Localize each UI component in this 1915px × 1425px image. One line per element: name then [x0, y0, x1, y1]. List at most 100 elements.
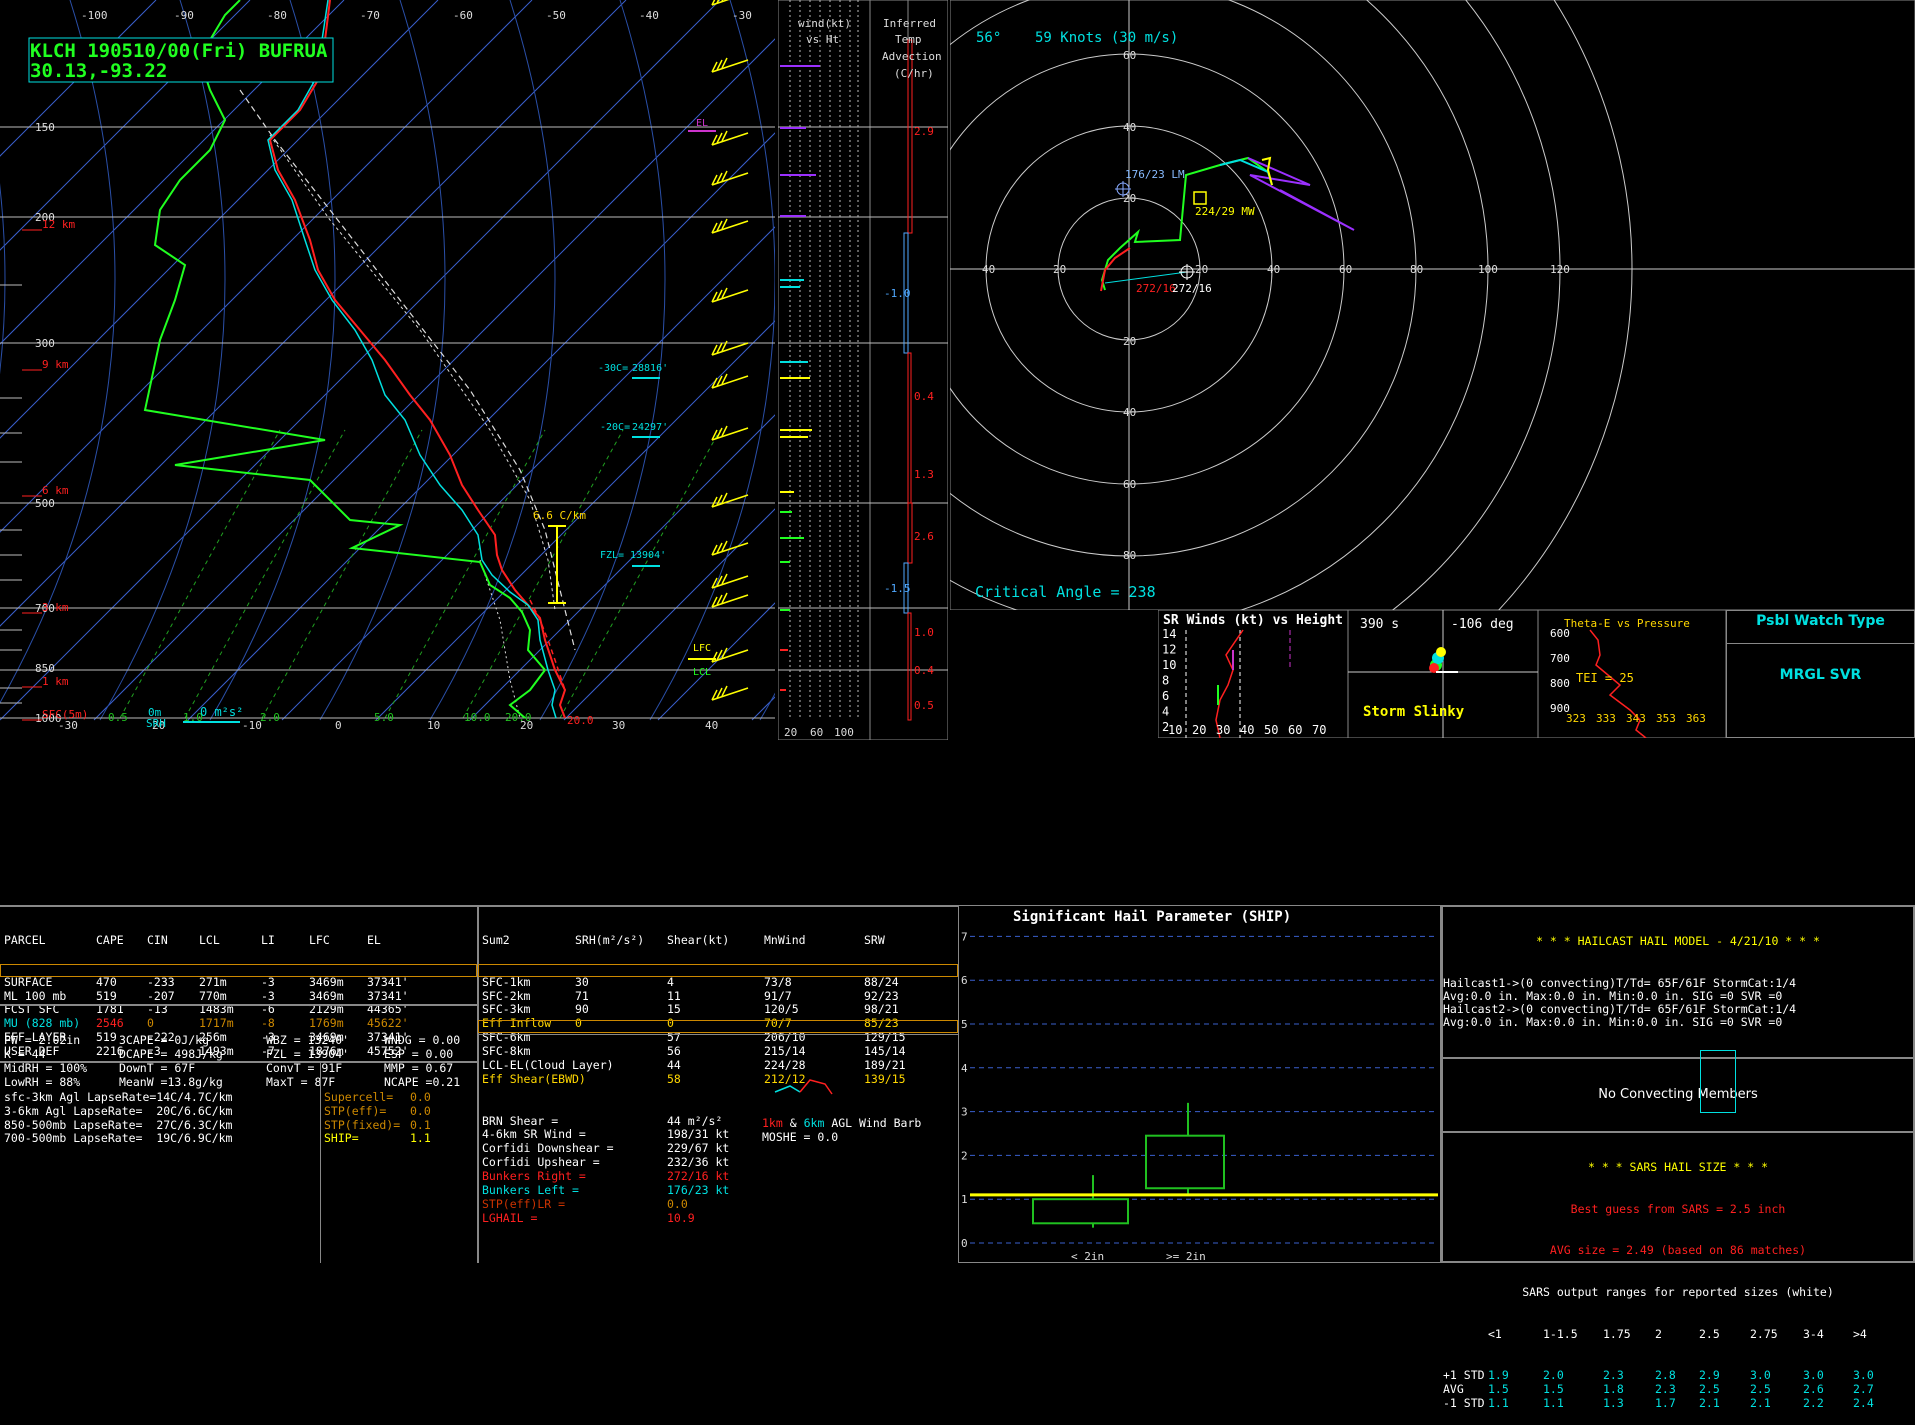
size-header-cell: 3-4	[1803, 1326, 1824, 1341]
size-cell: 1.8	[1603, 1382, 1624, 1397]
size-cell: 1.1	[1488, 1396, 1509, 1411]
hailcast-line: Avg:0.0 in. Max:0.0 in. Min:0.0 in. SIG …	[1443, 988, 1783, 1003]
slinky-time: 390 s	[1360, 617, 1399, 632]
size-cell: 2.2	[1803, 1396, 1824, 1411]
size-cell: 1.1	[1543, 1396, 1564, 1411]
watch-divider	[1727, 643, 1914, 644]
top-tick: -30	[732, 9, 752, 22]
sr-y-label: 6	[1162, 689, 1169, 703]
advection-value-4: 1.3	[914, 468, 934, 481]
kinematic-header-cell: SRH(m²/s²)	[575, 932, 645, 947]
theta-e-x-label: 353	[1656, 712, 1676, 725]
parcel-table-header: PARCEL CAPE CIN LCL LI LFC EL	[4, 932, 474, 948]
lapse-rate-line: sfc-3km Agl LapseRate=14C/4.7C/km	[4, 1089, 233, 1104]
sr-x-label: 50	[1264, 723, 1278, 737]
theta-e-x-label: 343	[1626, 712, 1646, 725]
kinematic-line-label: BRN Shear =	[482, 1113, 559, 1128]
severe-param-lines: Supercell= 0.0 STP(eff)= 0.0 STP(fixed)= 0.1 S…	[324, 1090, 474, 1147]
kinematic-line-value: 232/36 kt	[667, 1155, 730, 1170]
kinematic-cell: 98/21	[864, 1002, 899, 1017]
advection-value-3: 0.4	[914, 390, 934, 403]
kinematic-cell: 56	[667, 1044, 681, 1059]
sars-ranges: SARS output ranges for reported sizes (w…	[1522, 1284, 1834, 1299]
wind-x-label-20: 20	[784, 726, 797, 739]
sr-y-label: 10	[1162, 658, 1176, 672]
hodo-v-label: 60	[1123, 478, 1136, 491]
size-cell: 2.5	[1750, 1382, 1771, 1397]
kinematic-row: SFC-2km 71 11 91/7 92/23	[482, 988, 957, 1004]
wind-x-label-60: 60	[810, 726, 823, 739]
kinematic-row: SFC-1km 30 4 73/8 88/24	[482, 974, 957, 990]
size-header-cell: <1	[1488, 1326, 1502, 1341]
height-label: 6 km	[42, 484, 69, 497]
parcel-cell: 3469m	[309, 974, 344, 989]
kinematic-line-label: LGHAIL =	[482, 1210, 538, 1225]
thermo-cell: K = 44	[4, 1046, 46, 1061]
mw-label: 224/29 MW	[1195, 205, 1255, 218]
kinematic-cell: 58	[667, 1071, 681, 1086]
kinematic-divider	[478, 1034, 958, 1035]
parcel-cell: 770m	[199, 988, 227, 1003]
size-rows: +1 STD 1.9 2.0 2.3 2.8 2.9 3.0 3.0 3.0 AVG 1.5 1.5 1…	[1443, 1369, 1913, 1411]
kinematic-cell: 4	[667, 974, 674, 989]
parcel-cell: 37341'	[367, 974, 409, 989]
watch-value: MRGL SVR	[1779, 667, 1862, 683]
kinematic-line: Bunkers Right = 272/16 kt	[482, 1169, 957, 1184]
advection-title-2: Temp	[895, 33, 922, 46]
top-tick: -80	[267, 9, 287, 22]
size-row-label: -1 STD	[1443, 1396, 1485, 1411]
kinematic-cell: SFC-8km	[482, 1044, 531, 1059]
parcel-cell: -3	[261, 988, 275, 1003]
severe-param-row: Supercell= 0.0	[324, 1090, 474, 1105]
sr-x-label: 70	[1312, 723, 1326, 737]
pressure-label: 150	[35, 121, 55, 134]
thermo-cell: WNDG = 0.00	[384, 1032, 461, 1047]
advection-panel: Inferred Temp Advection (C/hr) 2.9 -1.0 …	[870, 0, 948, 740]
barb-legend-1km: 1km	[762, 1116, 783, 1130]
severe-param-value: 0.1	[410, 1117, 431, 1132]
lapse-rate-label: 6.6 C/km	[533, 509, 586, 522]
parcel-header-cell: EL	[367, 932, 381, 947]
kinematic-row: SFC-8km 56 215/14 145/14	[482, 1044, 957, 1059]
hodo-direction: 56°	[976, 30, 1001, 46]
kinematic-cell: 215/14	[764, 1044, 806, 1059]
sr-x-label: 60	[1288, 723, 1302, 737]
sr-winds-panel: 1412108642 10 20 30 40 50 60 70 SR Winds (kt) …	[1158, 610, 1348, 738]
ship-y-label: 0	[961, 1237, 968, 1250]
ship-y-label: 6	[961, 974, 968, 987]
kinematic-line-label: Corfidi Upshear =	[482, 1155, 600, 1170]
parcel-cell: SURFACE	[4, 974, 53, 989]
lapse-rate-line: 700-500mb LapseRate= 19C/6.9C/km	[4, 1131, 233, 1146]
hodo-h-label: 20	[1195, 263, 1208, 276]
station-coords: 30.13,-93.22	[30, 60, 167, 82]
kinematic-line-value: 198/31 kt	[667, 1127, 730, 1142]
kinematic-lines: BRN Shear = 44 m²/s² 4-6km SR Wind = 198/31…	[482, 1113, 957, 1226]
advection-value-2: -1.0	[884, 287, 911, 300]
kinematic-line-label: Bunkers Left =	[482, 1183, 579, 1198]
size-cell: 2.4	[1853, 1396, 1874, 1411]
m30c-value: 28816'	[632, 363, 668, 374]
thermo-cell: FZL = 13904'	[266, 1046, 350, 1061]
size-row-label: +1 STD	[1443, 1368, 1485, 1383]
parcel-header-cell: CAPE	[96, 932, 124, 947]
size-cell: 2.8	[1655, 1368, 1676, 1383]
lfc-label: LFC	[693, 643, 711, 654]
no-convecting: No Convecting Members	[1598, 1087, 1758, 1103]
mixing-ratio-label: 0.5	[108, 711, 128, 724]
kinematic-cell: 88/24	[864, 974, 899, 989]
sr-x-label: 10	[1168, 723, 1182, 737]
kinematic-cell: 15	[667, 1002, 681, 1017]
mu-row-highlight	[0, 964, 477, 977]
sars-title: * * * SARS HAIL SIZE * * *	[1587, 1159, 1768, 1174]
parcel-cell: -3	[261, 974, 275, 989]
ship-panel: 7 6 5 4 3 2 1 0 < 2in >= 2in Significant Hail Pa…	[958, 905, 1441, 1263]
hailcast-line: Avg:0.0 in. Max:0.0 in. Min:0.0 in. SIG …	[1443, 1014, 1783, 1029]
kinematic-cell: 30	[575, 974, 589, 989]
size-cell: 2.3	[1603, 1368, 1624, 1383]
kinematic-row: Eff Shear(EBWD) 58 212/12 139/15	[482, 1071, 957, 1087]
hodo-h-label: 20	[1053, 263, 1066, 276]
kinematic-cell: 92/23	[864, 988, 899, 1003]
severe-params: Supercell= 0.0 STP(eff)= 0.0 STP(fixed)= 0.1 S…	[324, 1063, 474, 1160]
parcel-row: ML 100 mb 519 -207 770m -3 3469m 37341'	[4, 988, 474, 1004]
parcel-cell: -233	[147, 974, 175, 989]
